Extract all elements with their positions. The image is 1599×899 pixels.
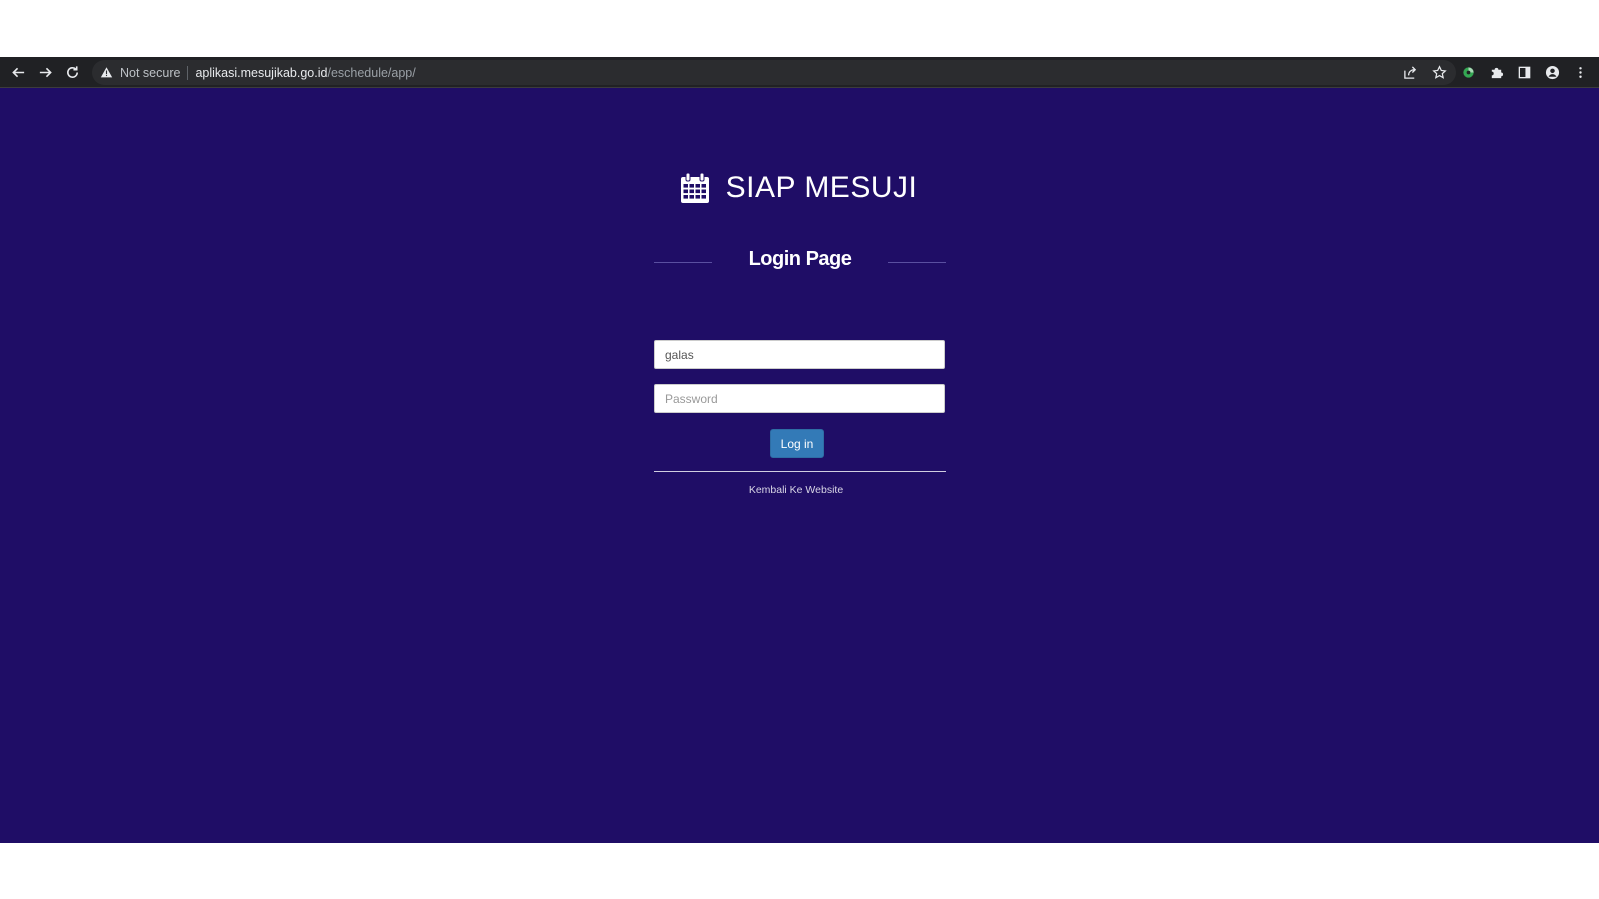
warning-icon[interactable] <box>100 66 113 79</box>
login-heading-row: Login Page <box>654 248 946 276</box>
heading-divider-right <box>888 262 946 263</box>
extension-app-button[interactable] <box>1455 59 1481 85</box>
profile-button[interactable] <box>1539 59 1565 85</box>
side-panel-icon <box>1518 66 1530 78</box>
back-button[interactable] <box>5 59 31 85</box>
forward-button[interactable] <box>32 59 58 85</box>
login-page: SIAP MESUJI Login Page Log in Kembali Ke… <box>0 88 1599 843</box>
profile-icon <box>1545 65 1559 79</box>
back-to-website-link[interactable]: Kembali Ke Website <box>654 484 938 496</box>
extension-app-icon <box>1462 66 1474 78</box>
arrow-left-icon <box>11 67 24 77</box>
share-icon <box>1403 66 1416 79</box>
star-icon <box>1431 65 1447 79</box>
login-heading: Login Page <box>748 248 852 270</box>
calendar-icon <box>680 172 709 203</box>
puzzle-icon <box>1491 67 1503 78</box>
form-divider <box>654 471 946 472</box>
username-input[interactable] <box>654 340 945 369</box>
omnibox-separator <box>187 65 189 80</box>
share-button[interactable] <box>1399 62 1421 84</box>
password-input[interactable] <box>654 384 945 413</box>
brand-header: SIAP MESUJI <box>0 171 1599 205</box>
side-panel-button[interactable] <box>1511 59 1537 85</box>
extensions-button[interactable] <box>1483 59 1509 85</box>
address-bar[interactable]: Not secure aplikasi.mesujikab.go.id/esch… <box>92 60 1456 85</box>
app-title: SIAP MESUJI <box>725 171 918 204</box>
reload-icon <box>66 65 78 78</box>
url-host[interactable]: aplikasi.mesujikab.go.id <box>195 66 327 80</box>
url-path[interactable]: /eschedule/app/ <box>327 66 415 80</box>
browser-toolbar: Not secure aplikasi.mesujikab.go.id/esch… <box>0 57 1599 88</box>
reload-button[interactable] <box>59 59 85 85</box>
security-label[interactable]: Not secure <box>120 66 180 80</box>
kebab-menu-icon <box>1578 66 1582 78</box>
menu-button[interactable] <box>1567 59 1593 85</box>
arrow-right-icon <box>39 67 52 77</box>
bookmark-button[interactable] <box>1428 62 1450 84</box>
browser-window: Not secure aplikasi.mesujikab.go.id/esch… <box>0 57 1599 843</box>
login-button[interactable]: Log in <box>770 429 824 458</box>
